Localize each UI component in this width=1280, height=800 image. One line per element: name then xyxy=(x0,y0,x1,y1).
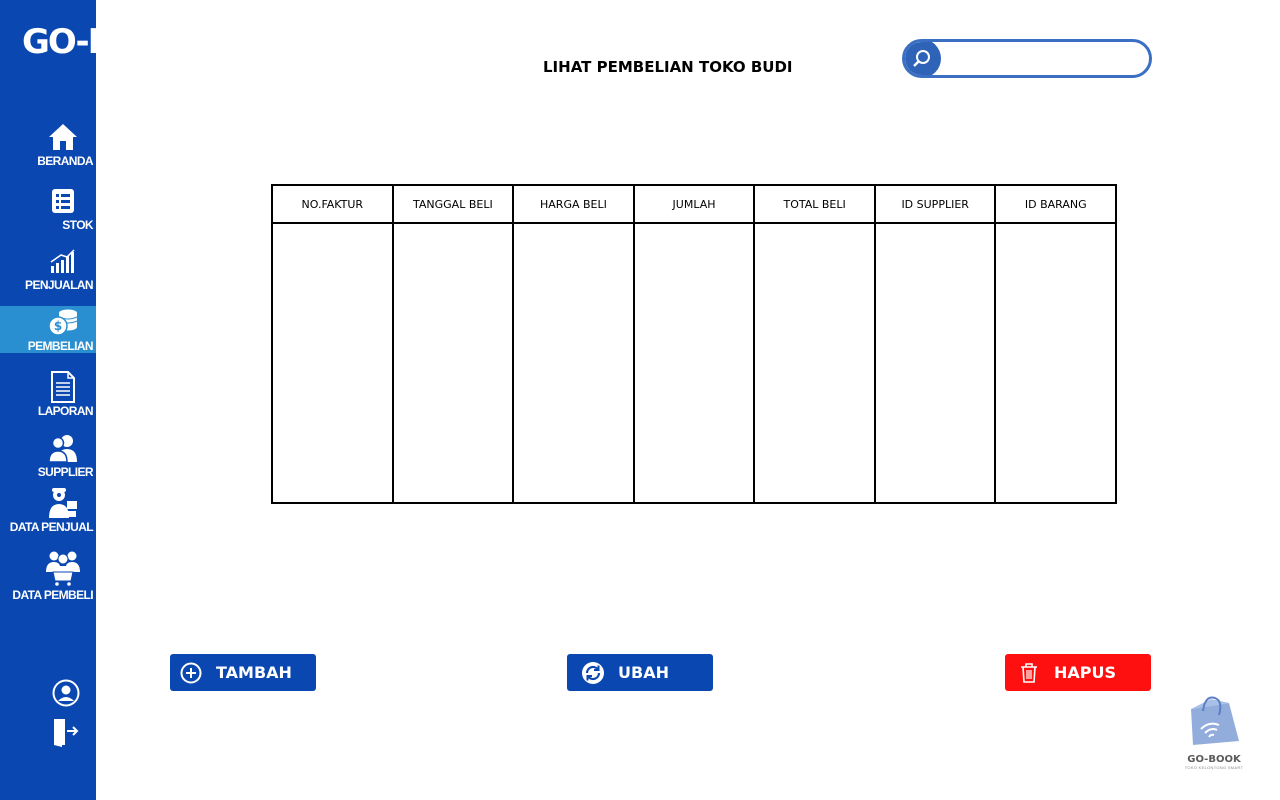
purchase-table: NO.FAKTUR TANGGAL BELI HARGA BELI JUMLAH… xyxy=(271,184,1117,504)
buyers-icon xyxy=(43,548,83,588)
sidebar-item-label: DATA PENJUAL xyxy=(9,520,94,534)
shopping-bag-icon xyxy=(1183,695,1245,752)
sidebar-item-laporan[interactable]: LAPORAN xyxy=(0,370,96,418)
add-button[interactable]: TAMBAH xyxy=(170,654,316,691)
list-icon xyxy=(43,184,83,218)
table-cell[interactable] xyxy=(635,224,754,502)
sidebar-item-penjualan[interactable]: PENJUALAN xyxy=(0,244,96,292)
sidebar-item-data-pembeli[interactable]: DATA PEMBELI xyxy=(0,548,96,602)
logout-icon[interactable] xyxy=(50,716,82,748)
table-column: TANGGAL BELI xyxy=(393,186,515,502)
seller-icon xyxy=(43,486,83,520)
edit-button[interactable]: UBAH xyxy=(567,654,713,691)
sidebar: GO-BOOK BERANDA STOK PENJUALAN $ PEMBELI… xyxy=(0,0,192,800)
refresh-icon xyxy=(581,661,605,685)
sidebar-item-data-penjual[interactable]: DATA PENJUAL xyxy=(0,486,96,534)
sidebar-item-pembelian[interactable]: $ PEMBELIAN xyxy=(0,306,96,353)
document-icon xyxy=(43,370,83,404)
table-column: NO.FAKTUR xyxy=(273,186,394,502)
brand-name: GO-BOOK xyxy=(1187,754,1241,765)
bar-chart-icon xyxy=(43,244,83,278)
sidebar-item-label: SUPPLIER xyxy=(37,465,94,479)
column-header-total-beli[interactable]: TOTAL BELI xyxy=(755,186,874,224)
table-cell[interactable] xyxy=(996,224,1115,502)
sidebar-item-label: BERANDA xyxy=(37,154,93,168)
table-column: TOTAL BELI xyxy=(755,186,876,502)
delete-button[interactable]: HAPUS xyxy=(1005,654,1151,691)
add-button-label: TAMBAH xyxy=(216,663,292,682)
sidebar-item-stok[interactable]: STOK xyxy=(0,184,96,232)
column-header-no-faktur[interactable]: NO.FAKTUR xyxy=(273,186,392,224)
edit-button-label: UBAH xyxy=(618,663,669,682)
brand-badge: GO-BOOK TOKO KELONTONG SMART xyxy=(1180,695,1248,770)
table-column: JUMLAH xyxy=(634,186,756,502)
column-header-tanggal-beli[interactable]: TANGGAL BELI xyxy=(393,186,513,224)
sidebar-item-label: STOK xyxy=(62,218,93,232)
table-column: HARGA BELI xyxy=(514,186,635,502)
svg-text:$: $ xyxy=(54,319,62,333)
page-title: LIHAT PEMBELIAN TOKO BUDI xyxy=(543,58,793,76)
sidebar-item-label: LAPORAN xyxy=(37,404,94,418)
sidebar-item-label: PEMBELIAN xyxy=(27,339,94,353)
plus-circle-icon xyxy=(179,661,203,685)
user-icon[interactable] xyxy=(50,677,82,709)
trash-icon xyxy=(1017,661,1041,685)
sidebar-item-beranda[interactable]: BERANDA xyxy=(0,120,96,168)
search-icon[interactable] xyxy=(905,42,941,75)
sidebar-item-supplier[interactable]: SUPPLIER xyxy=(0,431,96,479)
sidebar-item-label: PENJUALAN xyxy=(25,278,94,292)
table-column: ID BARANG xyxy=(996,186,1116,502)
coins-icon: $ xyxy=(43,306,83,339)
table-cell[interactable] xyxy=(394,224,513,502)
table-cell[interactable] xyxy=(273,224,392,502)
sidebar-item-label: DATA PEMBELI xyxy=(12,588,93,602)
search-input[interactable] xyxy=(949,48,1144,70)
brand-tagline: TOKO KELONTONG SMART xyxy=(1184,765,1244,770)
table-cell[interactable] xyxy=(514,224,633,502)
column-header-id-supplier[interactable]: ID SUPPLIER xyxy=(875,186,995,224)
table-cell[interactable] xyxy=(755,224,874,502)
delete-button-label: HAPUS xyxy=(1054,663,1117,682)
column-header-jumlah[interactable]: JUMLAH xyxy=(634,186,754,224)
column-header-harga-beli[interactable]: HARGA BELI xyxy=(514,186,633,224)
app-logo: GO-BOOK xyxy=(22,22,192,62)
table-cell[interactable] xyxy=(876,224,995,502)
users-icon xyxy=(43,431,83,465)
table-column: ID SUPPLIER xyxy=(875,186,997,502)
column-header-id-barang[interactable]: ID BARANG xyxy=(996,186,1116,224)
search-bar xyxy=(902,39,1152,78)
home-icon xyxy=(43,120,83,154)
